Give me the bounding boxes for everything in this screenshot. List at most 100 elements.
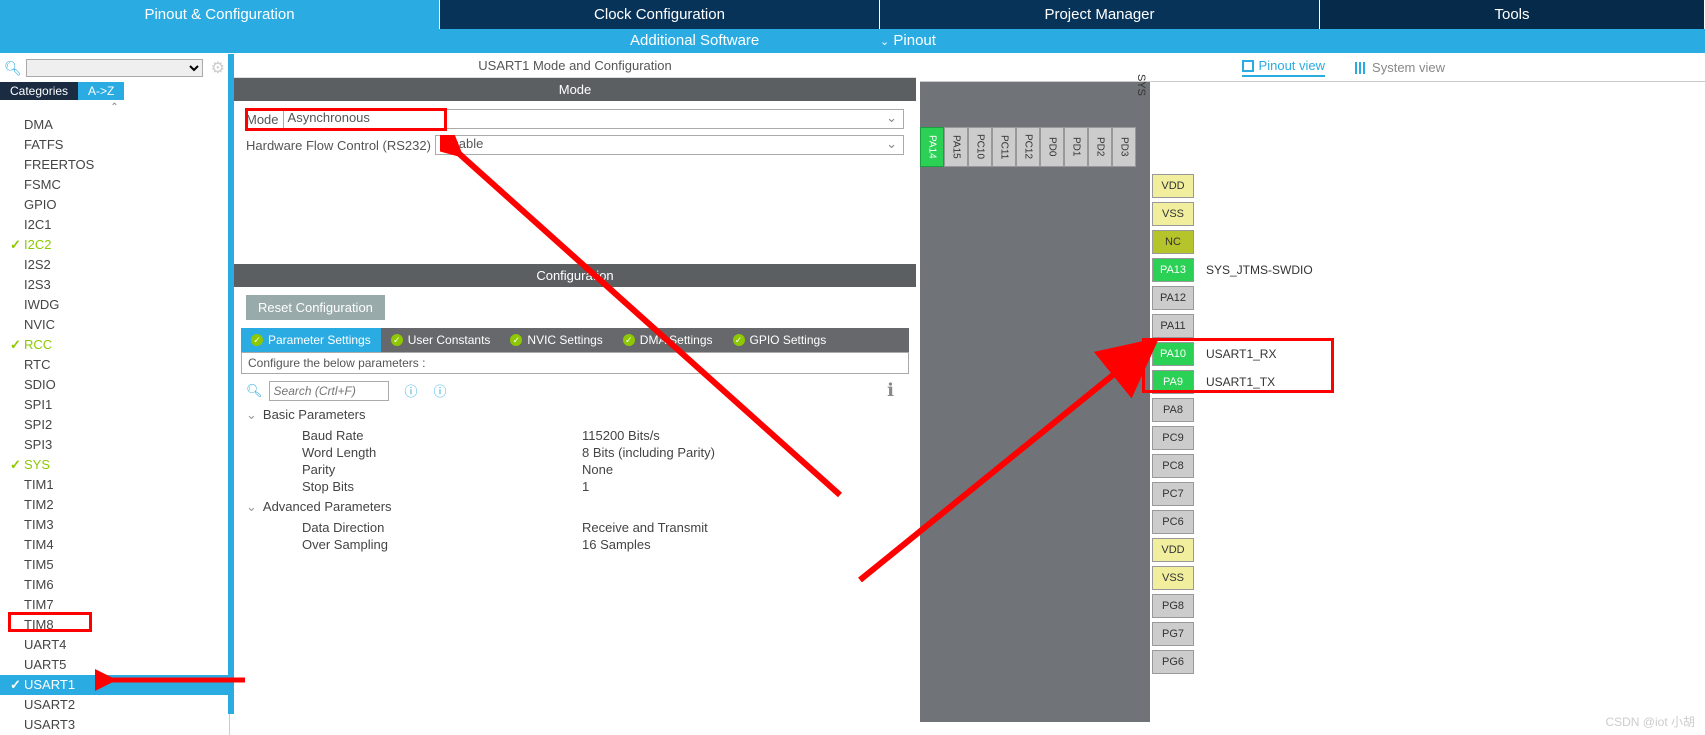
- peripheral-spi3[interactable]: SPI3: [0, 435, 229, 455]
- peripheral-spi2[interactable]: SPI2: [0, 415, 229, 435]
- pinout-panel: Pinout view System view SYS PD3PD2PD1PD0…: [920, 54, 1705, 722]
- peripheral-usart1[interactable]: USART1: [0, 675, 229, 695]
- pin-pc12[interactable]: PC12: [1016, 127, 1040, 167]
- tab-system-view[interactable]: System view: [1355, 58, 1445, 77]
- peripheral-tim5[interactable]: TIM5: [0, 555, 229, 575]
- pin-vss[interactable]: VSS: [1152, 202, 1194, 226]
- pin-pa13[interactable]: PA13: [1152, 258, 1194, 282]
- peripheral-fsmc[interactable]: FSMC: [0, 175, 229, 195]
- param-row[interactable]: Data DirectionReceive and Transmit: [246, 519, 904, 536]
- param-row[interactable]: ParityNone: [246, 461, 904, 478]
- param-row[interactable]: Baud Rate115200 Bits/s: [246, 427, 904, 444]
- param-group-basic[interactable]: Basic Parameters: [246, 407, 904, 423]
- config-tab-gpio-settings[interactable]: ✓GPIO Settings: [723, 328, 837, 352]
- check-icon: ✓: [391, 334, 403, 346]
- nav-icon[interactable]: ⓘ: [434, 381, 447, 400]
- peripheral-search-select[interactable]: [26, 59, 203, 77]
- peripheral-i2s2[interactable]: I2S2: [0, 255, 229, 275]
- peripheral-freertos[interactable]: FREERTOS: [0, 155, 229, 175]
- pin-pc9[interactable]: PC9: [1152, 426, 1194, 450]
- config-header: Configuration: [234, 264, 916, 287]
- peripheral-uart4[interactable]: UART4: [0, 635, 229, 655]
- tab-pinout-view[interactable]: Pinout view: [1242, 58, 1325, 77]
- pin-nc[interactable]: NC: [1152, 230, 1194, 254]
- tab-project-manager[interactable]: Project Manager: [880, 0, 1320, 29]
- pin-pa14[interactable]: PA14: [920, 127, 944, 167]
- param-group-advanced[interactable]: Advanced Parameters: [246, 499, 904, 515]
- hwflow-select[interactable]: Disable: [435, 135, 904, 155]
- peripheral-nvic[interactable]: NVIC: [0, 315, 229, 335]
- param-row[interactable]: Over Sampling16 Samples: [246, 536, 904, 553]
- pin-pd2[interactable]: PD2: [1088, 127, 1112, 167]
- peripheral-tim3[interactable]: TIM3: [0, 515, 229, 535]
- config-tab-parameter-settings[interactable]: ✓Parameter Settings: [241, 328, 381, 352]
- peripheral-spi1[interactable]: SPI1: [0, 395, 229, 415]
- peripheral-usart3[interactable]: USART3: [0, 715, 229, 735]
- tab-tools[interactable]: Tools: [1320, 0, 1705, 29]
- pin-pd3[interactable]: PD3: [1112, 127, 1136, 167]
- pin-pc10[interactable]: PC10: [968, 127, 992, 167]
- pin-pa10[interactable]: PA10: [1152, 342, 1194, 366]
- tab-clock-config[interactable]: Clock Configuration: [440, 0, 880, 29]
- pinout-dropdown[interactable]: ⌄ Pinout: [880, 32, 936, 49]
- check-icon: ✓: [251, 334, 263, 346]
- pin-pa12[interactable]: PA12: [1152, 286, 1194, 310]
- pin-vdd[interactable]: VDD: [1152, 174, 1194, 198]
- search-icon: 🔍︎: [4, 60, 22, 77]
- tab-a-z[interactable]: A->Z: [78, 82, 124, 100]
- pin-label: SYS_JTMS-SWDIO: [1206, 263, 1313, 277]
- peripheral-gpio[interactable]: GPIO: [0, 195, 229, 215]
- sort-indicator: ⌃: [0, 100, 229, 115]
- peripheral-rcc[interactable]: RCC: [0, 335, 229, 355]
- additional-software-button[interactable]: Additional Software: [630, 32, 759, 49]
- pin-pg6[interactable]: PG6: [1152, 650, 1194, 674]
- pin-pa9[interactable]: PA9: [1152, 370, 1194, 394]
- peripheral-tim8[interactable]: TIM8: [0, 615, 229, 635]
- tab-pinout-config[interactable]: Pinout & Configuration: [0, 0, 440, 29]
- reset-configuration-button[interactable]: Reset Configuration: [246, 295, 385, 320]
- peripheral-tim6[interactable]: TIM6: [0, 575, 229, 595]
- pin-pa11[interactable]: PA11: [1152, 314, 1194, 338]
- config-tab-user-constants[interactable]: ✓User Constants: [381, 328, 501, 352]
- param-search-input[interactable]: [269, 381, 389, 401]
- peripheral-i2c2[interactable]: I2C2: [0, 235, 229, 255]
- pin-pd0[interactable]: PD0: [1040, 127, 1064, 167]
- gear-icon[interactable]: ⚙: [211, 58, 225, 78]
- peripheral-i2s3[interactable]: I2S3: [0, 275, 229, 295]
- param-row[interactable]: Word Length8 Bits (including Parity): [246, 444, 904, 461]
- info-icon[interactable]: ℹ: [887, 380, 894, 401]
- peripheral-usart2[interactable]: USART2: [0, 695, 229, 715]
- pin-pd1[interactable]: PD1: [1064, 127, 1088, 167]
- pin-pg7[interactable]: PG7: [1152, 622, 1194, 646]
- mode-select[interactable]: Asynchronous: [283, 109, 904, 129]
- pin-pc7[interactable]: PC7: [1152, 482, 1194, 506]
- pin-pc6[interactable]: PC6: [1152, 510, 1194, 534]
- pin-pg8[interactable]: PG8: [1152, 594, 1194, 618]
- pin-pc8[interactable]: PC8: [1152, 454, 1194, 478]
- peripheral-sys[interactable]: SYS: [0, 455, 229, 475]
- peripheral-tim2[interactable]: TIM2: [0, 495, 229, 515]
- param-row[interactable]: Stop Bits1: [246, 478, 904, 495]
- config-tab-nvic-settings[interactable]: ✓NVIC Settings: [500, 328, 612, 352]
- peripheral-fatfs[interactable]: FATFS: [0, 135, 229, 155]
- peripheral-tim7[interactable]: TIM7: [0, 595, 229, 615]
- peripheral-rtc[interactable]: RTC: [0, 355, 229, 375]
- chip-diagram[interactable]: SYS PD3PD2PD1PD0PC12PC11PC10PA15PA14: [920, 82, 1150, 722]
- tab-categories[interactable]: Categories: [0, 82, 78, 100]
- peripheral-tim1[interactable]: TIM1: [0, 475, 229, 495]
- config-title: USART1 Mode and Configuration: [234, 54, 916, 78]
- pin-pa8[interactable]: PA8: [1152, 398, 1194, 422]
- peripheral-iwdg[interactable]: IWDG: [0, 295, 229, 315]
- peripheral-dma[interactable]: DMA: [0, 115, 229, 135]
- pin-vdd[interactable]: VDD: [1152, 538, 1194, 562]
- pin-pa15[interactable]: PA15: [944, 127, 968, 167]
- peripheral-uart5[interactable]: UART5: [0, 655, 229, 675]
- peripheral-tim4[interactable]: TIM4: [0, 535, 229, 555]
- pin-pc11[interactable]: PC11: [992, 127, 1016, 167]
- peripheral-i2c1[interactable]: I2C1: [0, 215, 229, 235]
- peripheral-sdio[interactable]: SDIO: [0, 375, 229, 395]
- nav-icon[interactable]: ⓘ: [405, 381, 418, 400]
- pin-vss[interactable]: VSS: [1152, 566, 1194, 590]
- config-tab-dma-settings[interactable]: ✓DMA Settings: [613, 328, 723, 352]
- peripheral-sidebar: 🔍︎ ⚙ Categories A->Z ⌃ DMAFATFSFREERTOSF…: [0, 54, 230, 735]
